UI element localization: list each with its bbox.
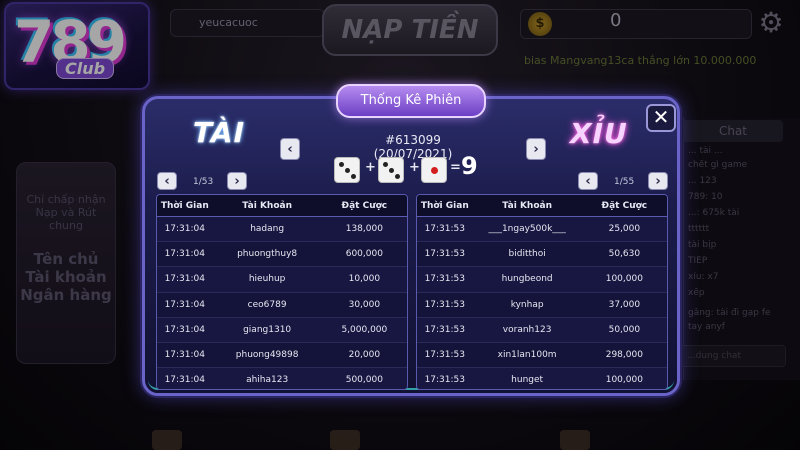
table-row: 17:31:53 biditthoi 50,630 xyxy=(417,242,667,268)
dice-1 xyxy=(334,157,360,183)
tai-next-page-button[interactable]: › xyxy=(227,172,247,190)
cell-bet: 50,000 xyxy=(608,324,641,335)
cell-account: hieuhup xyxy=(248,274,286,285)
cell-bet: 25,000 xyxy=(608,224,641,234)
cell-time: 17:31:04 xyxy=(164,299,205,310)
header-account: Tài Khoản xyxy=(502,201,552,211)
cell-bet: 30,000 xyxy=(348,299,381,310)
tai-bets-table: Thời Gian Tài Khoản Đặt Cược 17:31:04 ha… xyxy=(156,194,408,390)
table-row: 17:31:04 phuongthuy8 600,000 xyxy=(157,242,407,268)
cell-bet: 100,000 xyxy=(605,375,643,386)
cell-time: 17:31:04 xyxy=(164,375,205,386)
cell-account: phuongthuy8 xyxy=(237,249,298,260)
xiu-page-indicator: 1/55 xyxy=(614,177,635,187)
cell-account: biditthoi xyxy=(508,249,546,260)
session-id: #613099 (20/07/2021) xyxy=(373,133,453,161)
table-row: 17:31:04 hadang 138,000 xyxy=(157,217,407,243)
cell-bet: 10,000 xyxy=(348,274,381,285)
cell-bet: 5,000,000 xyxy=(341,324,388,335)
cell-bet: 50,630 xyxy=(608,249,641,260)
table-row: 17:31:04 ahiha123 500,000 xyxy=(157,368,407,389)
bottom-icon xyxy=(330,430,360,450)
cell-bet: 600,000 xyxy=(345,249,383,260)
cell-account: ceo6789 xyxy=(247,299,287,310)
cell-time: 17:31:04 xyxy=(164,274,205,285)
xiu-bets-table: Thời Gian Tài Khoản Đặt Cược 17:31:53 __… xyxy=(416,194,668,390)
cell-bet: 138,000 xyxy=(345,224,383,234)
table-row: 17:31:04 hieuhup 10,000 xyxy=(157,267,407,293)
cell-account: xin1lan100m xyxy=(497,349,557,360)
cell-account: hadang xyxy=(250,224,285,234)
plus-sign: + xyxy=(409,160,420,175)
cell-bet: 500,000 xyxy=(345,375,383,386)
table-row: 17:31:04 phuong49898 20,000 xyxy=(157,343,407,369)
plus-sign: + xyxy=(365,160,376,175)
xiu-next-page-button[interactable]: › xyxy=(648,172,668,190)
dice-2 xyxy=(378,157,404,183)
header-time: Thời Gian xyxy=(420,201,469,211)
table-row: 17:31:53 xin1lan100m 298,000 xyxy=(417,343,667,369)
cell-time: 17:31:53 xyxy=(424,249,465,260)
dice-3 xyxy=(421,157,447,183)
table-header: Thời Gian Tài Khoản Đặt Cược xyxy=(157,195,407,217)
table-row: 17:31:53 kynhap 37,000 xyxy=(417,293,667,318)
cell-account: ___1ngay500k___ xyxy=(488,224,566,234)
cell-account: ahiha123 xyxy=(246,375,289,386)
header-account: Tài Khoản xyxy=(242,201,292,211)
header-time: Thời Gian xyxy=(160,201,209,211)
table-row: 17:31:04 ceo6789 30,000 xyxy=(157,293,407,318)
tai-label: TÀI xyxy=(193,116,246,149)
xiu-label: XỈU xyxy=(570,117,628,150)
table-row: 17:31:53 hunget 100,000 xyxy=(417,368,667,389)
game-screen: 789 Club yeucacuoc NẠP TIỀN $ 0 ⚙ bias M… xyxy=(0,0,800,450)
cell-time: 17:31:04 xyxy=(164,249,205,260)
close-button[interactable]: ✕ xyxy=(646,104,676,132)
cell-time: 17:31:53 xyxy=(424,375,465,386)
cell-account: phuong49898 xyxy=(235,349,299,360)
header-bet: Đặt Cược xyxy=(601,201,648,211)
cell-time: 17:31:53 xyxy=(424,349,465,360)
next-session-button[interactable]: › xyxy=(526,138,546,160)
tai-page-indicator: 1/53 xyxy=(193,177,214,187)
table-row: 17:31:53 ___1ngay500k___ 25,000 xyxy=(417,217,667,243)
cell-account: voranh123 xyxy=(502,324,552,335)
dice-total: 9 xyxy=(461,152,478,180)
cell-time: 17:31:53 xyxy=(424,324,465,335)
equals-sign: = xyxy=(450,160,461,175)
table-row: 17:31:53 voranh123 50,000 xyxy=(417,317,667,343)
cell-time: 17:31:04 xyxy=(164,349,205,360)
cell-account: hunget xyxy=(511,375,544,386)
cell-bet: 298,000 xyxy=(605,349,643,360)
cell-time: 17:31:53 xyxy=(424,299,465,310)
table-row: 17:31:04 giang1310 5,000,000 xyxy=(157,317,407,343)
cell-bet: 37,000 xyxy=(608,299,641,310)
cell-bet: 20,000 xyxy=(348,349,381,360)
header-bet: Đặt Cược xyxy=(341,201,388,211)
cell-time: 17:31:04 xyxy=(164,324,205,335)
table-header: Thời Gian Tài Khoản Đặt Cược xyxy=(417,195,667,217)
prev-session-button[interactable]: ‹ xyxy=(280,138,300,160)
bottom-icon xyxy=(560,430,590,450)
cell-time: 17:31:53 xyxy=(424,224,465,234)
tai-prev-page-button[interactable]: ‹ xyxy=(157,172,177,190)
cell-account: hungbeond xyxy=(501,274,553,285)
cell-time: 17:31:04 xyxy=(164,224,205,234)
table-row: 17:31:53 hungbeond 100,000 xyxy=(417,267,667,293)
xiu-prev-page-button[interactable]: ‹ xyxy=(578,172,598,190)
cell-time: 17:31:53 xyxy=(424,274,465,285)
bottom-icon xyxy=(152,430,182,450)
cell-bet: 100,000 xyxy=(605,274,643,285)
modal-title: Thống Kê Phiên xyxy=(336,84,486,118)
cell-account: kynhap xyxy=(510,299,544,310)
cell-account: giang1310 xyxy=(243,324,292,335)
